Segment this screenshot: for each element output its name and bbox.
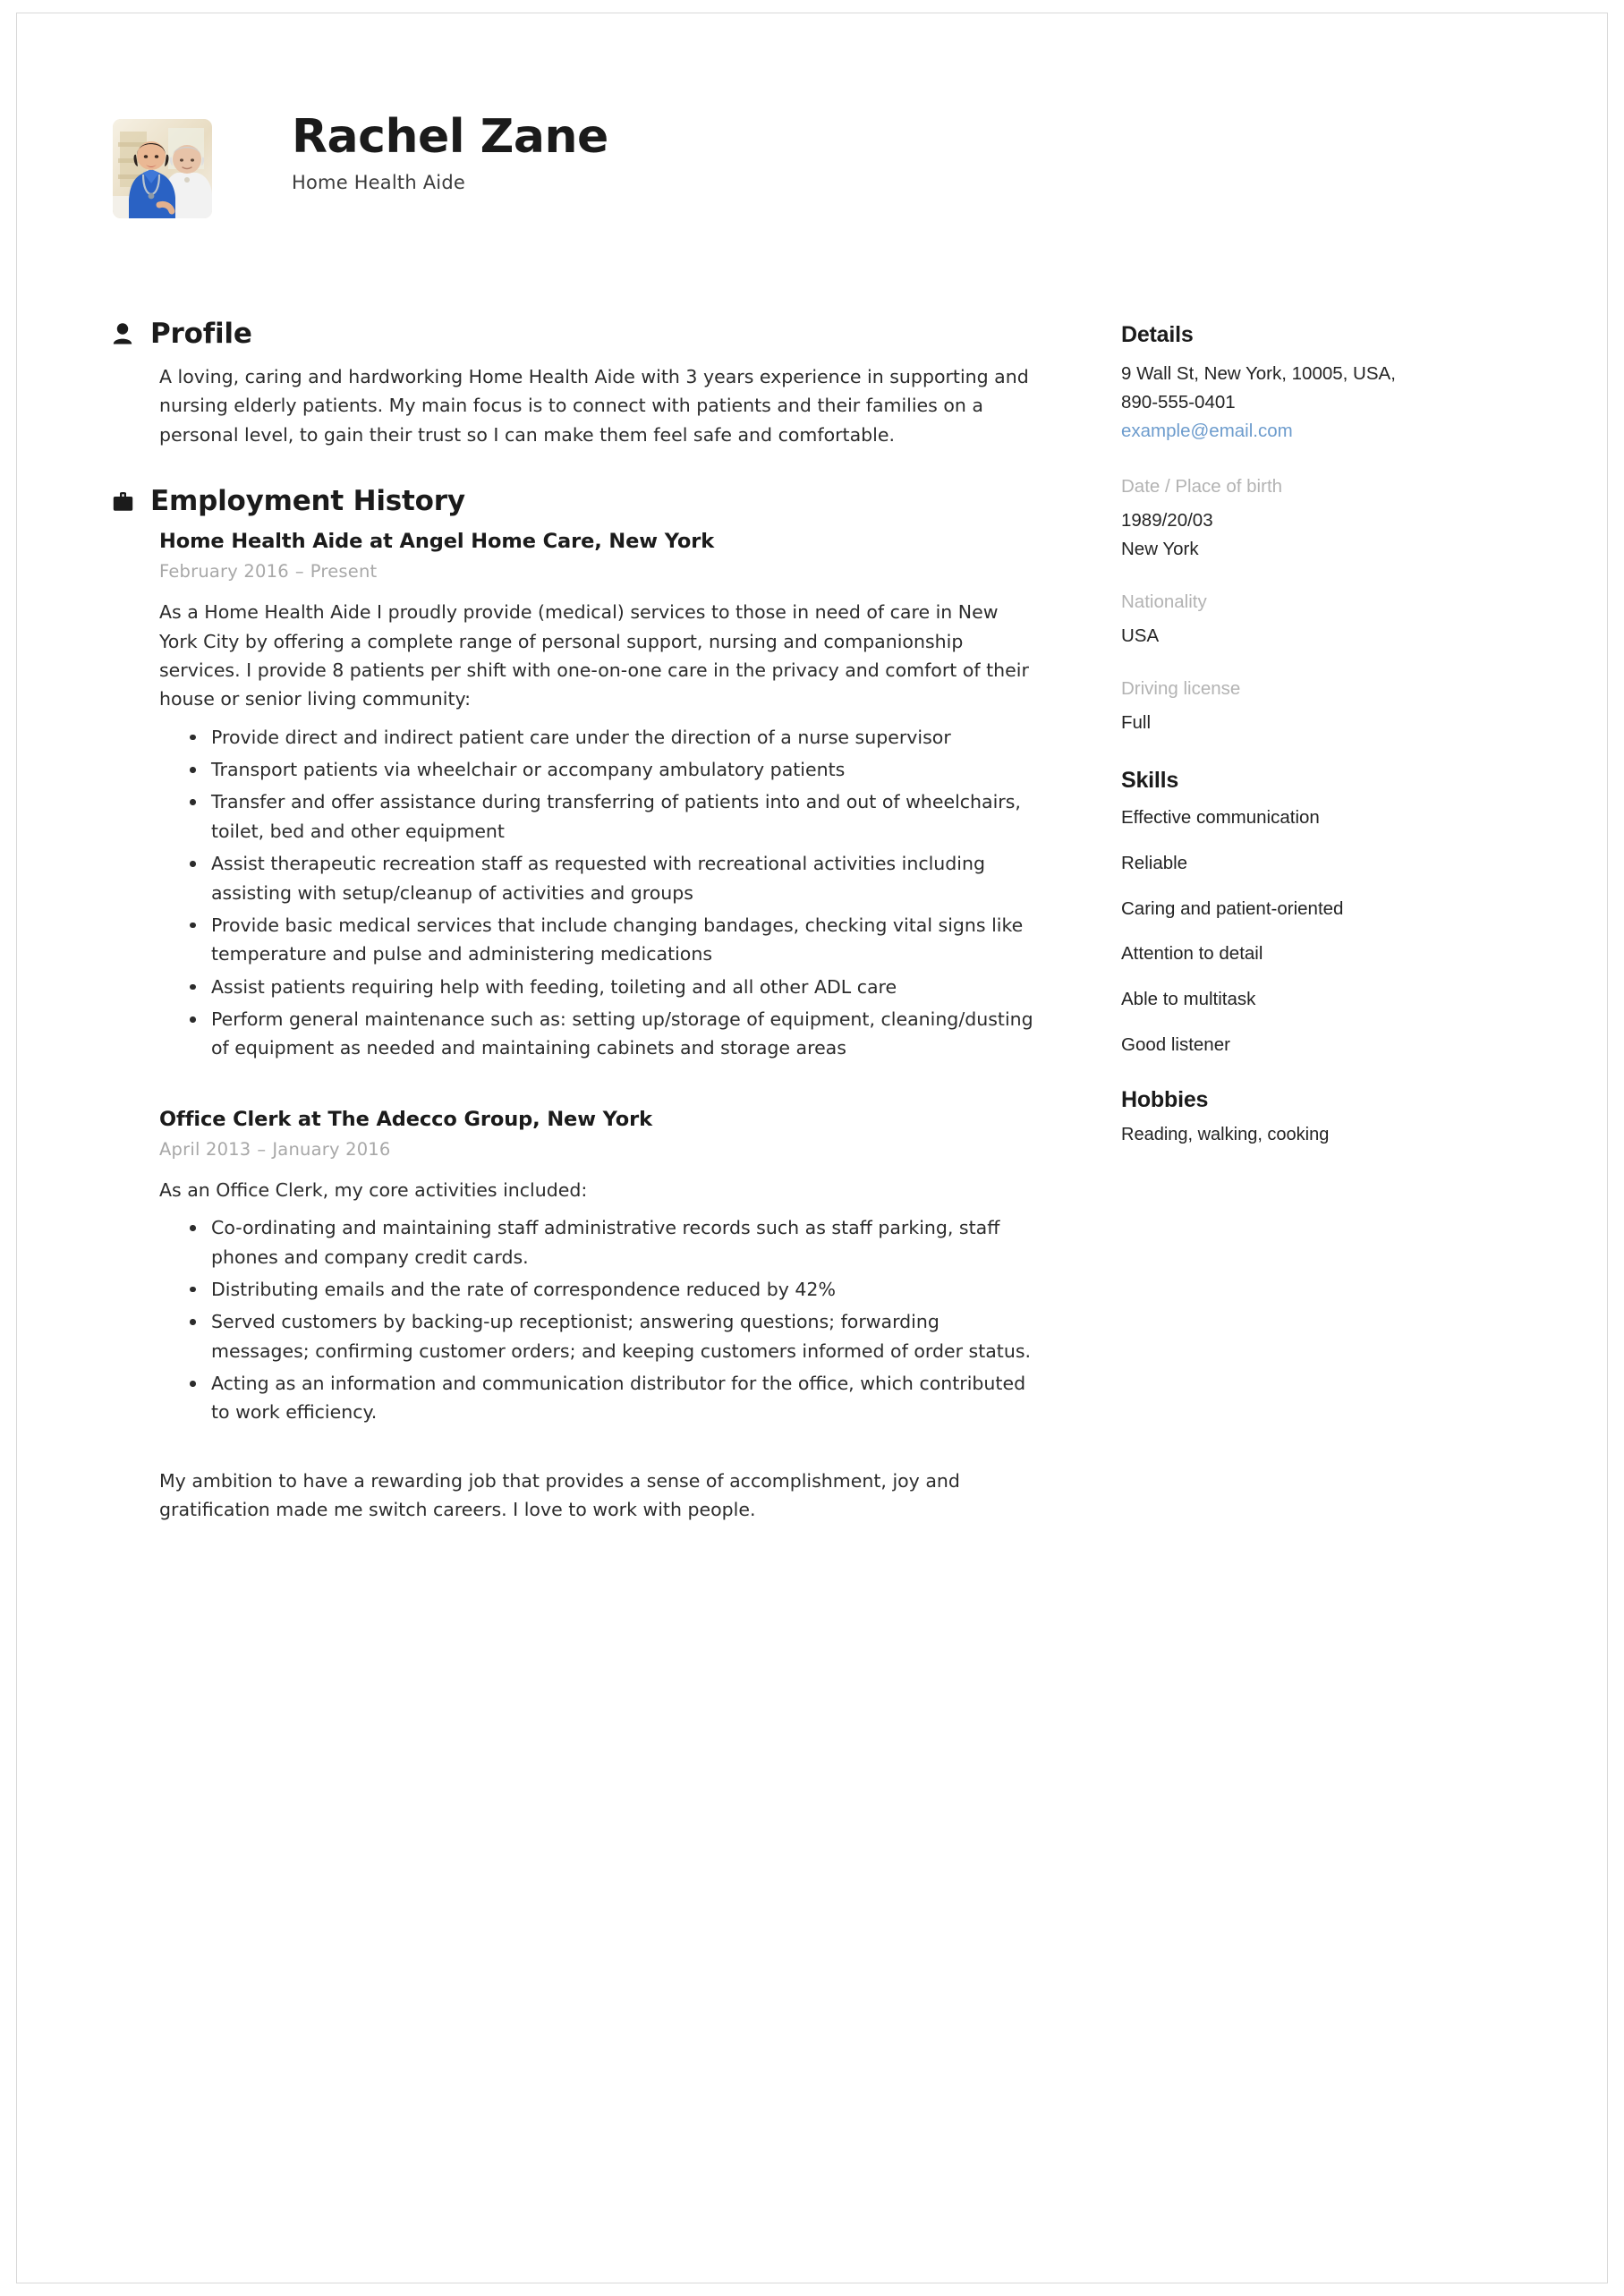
profile-section: Profile A loving, caring and hardworking… <box>113 318 1039 449</box>
phone-text: 890-555-0401 <box>1121 392 1236 413</box>
list-item: Provide basic medical services that incl… <box>188 911 1039 969</box>
job-heading: Office Clerk at The Adecco Group, New Yo… <box>159 1107 652 1131</box>
main-column: Profile A loving, caring and hardworking… <box>113 318 1039 1532</box>
job-dates: February 2016– Present <box>159 561 1039 582</box>
list-item: Transfer and offer assistance during tra… <box>188 787 1039 846</box>
list-item: Co-ordinating and maintaining staff admi… <box>188 1213 1039 1271</box>
job-date-start: April 2013 <box>159 1138 251 1160</box>
job-bullet-list: Provide direct and indirect patient care… <box>159 723 1039 1063</box>
resume-page: Rachel Zane Home Health Aide Profile A l… <box>0 0 1624 2296</box>
skill-item: Caring and patient-oriented <box>1121 897 1344 919</box>
list-item: Distributing emails and the rate of corr… <box>188 1275 1039 1304</box>
sidebar: Details 9 Wall St, New York, 10005, USA,… <box>1121 322 1542 1147</box>
details-section: Details 9 Wall St, New York, 10005, USA,… <box>1121 322 1542 736</box>
birth-label: Date / Place of birth <box>1121 476 1283 497</box>
skills-title: Skills <box>1121 768 1179 794</box>
list-item: Assist therapeutic recreation staff as r… <box>188 849 1039 907</box>
nationality-value: USA <box>1121 625 1160 646</box>
employment-section: Employment History Home Health Aide at A… <box>113 485 1039 1524</box>
details-title: Details <box>1121 322 1194 347</box>
skill-item: Able to multitask <box>1121 988 1256 1009</box>
profile-title: Profile <box>150 318 252 350</box>
skill-item: Reliable <box>1121 853 1188 874</box>
job-description: As a Home Health Aide I proudly provide … <box>159 601 1029 710</box>
email-link[interactable]: example@email.com <box>1121 418 1293 444</box>
birth-date-value: 1989/20/03 <box>1121 510 1213 531</box>
job-dates: April 2013– January 2016 <box>159 1139 1039 1160</box>
job-entry: Office Clerk at The Adecco Group, New Yo… <box>159 1108 1039 1427</box>
nationality-label: Nationality <box>1121 591 1207 613</box>
job-date-separator: – <box>257 1138 267 1160</box>
job-heading: Home Health Aide at Angel Home Care, New… <box>159 530 715 554</box>
job-date-start: February 2016 <box>159 561 289 583</box>
job-entry: Home Health Aide at Angel Home Care, New… <box>159 530 1039 1063</box>
address-text: 9 Wall St, New York, 10005, USA, <box>1121 363 1396 384</box>
list-item: Assist patients requiring help with feed… <box>188 973 1039 1001</box>
skill-item: Good listener <box>1121 1033 1230 1055</box>
page-title: Rachel Zane <box>292 110 608 164</box>
list-item: Perform general maintenance such as: set… <box>188 1005 1039 1063</box>
driving-license-value: Full <box>1121 711 1152 733</box>
skills-section: Skills Effective communication Reliable … <box>1121 768 1542 1057</box>
job-bullet-list: Co-ordinating and maintaining staff admi… <box>159 1213 1039 1427</box>
hobbies-title: Hobbies <box>1121 1087 1209 1113</box>
employment-title: Employment History <box>150 485 465 518</box>
job-description: As an Office Clerk, my core activities i… <box>159 1178 588 1201</box>
resume-header: Rachel Zane Home Health Aide <box>113 111 1097 226</box>
profile-text: A loving, caring and hardworking Home He… <box>159 366 1029 446</box>
list-item: Acting as an information and communicati… <box>188 1369 1039 1427</box>
list-item: Served customers by backing-up reception… <box>188 1307 1039 1365</box>
job-title-subtitle: Home Health Aide <box>292 172 465 194</box>
profile-section-head: Profile <box>113 318 1039 350</box>
person-icon <box>113 323 136 344</box>
list-item: Transport patients via wheelchair or acc… <box>188 755 1039 784</box>
employment-section-head: Employment History <box>113 485 1039 517</box>
closing-paragraph: My ambition to have a rewarding job that… <box>159 1469 960 1521</box>
hobbies-text: Reading, walking, cooking <box>1121 1125 1330 1145</box>
birth-place-value: New York <box>1121 538 1199 559</box>
avatar <box>113 119 212 218</box>
skill-item: Effective communication <box>1121 807 1320 829</box>
list-item: Provide direct and indirect patient care… <box>188 723 1039 752</box>
name-block: Rachel Zane Home Health Aide <box>292 110 608 194</box>
job-date-separator: – <box>294 561 304 583</box>
driving-license-label: Driving license <box>1121 678 1241 700</box>
hobbies-section: Hobbies Reading, walking, cooking <box>1121 1087 1542 1147</box>
briefcase-icon <box>113 491 136 512</box>
job-date-end: Present <box>310 561 378 583</box>
job-date-end: January 2016 <box>272 1138 391 1160</box>
skill-item: Attention to detail <box>1121 943 1263 965</box>
